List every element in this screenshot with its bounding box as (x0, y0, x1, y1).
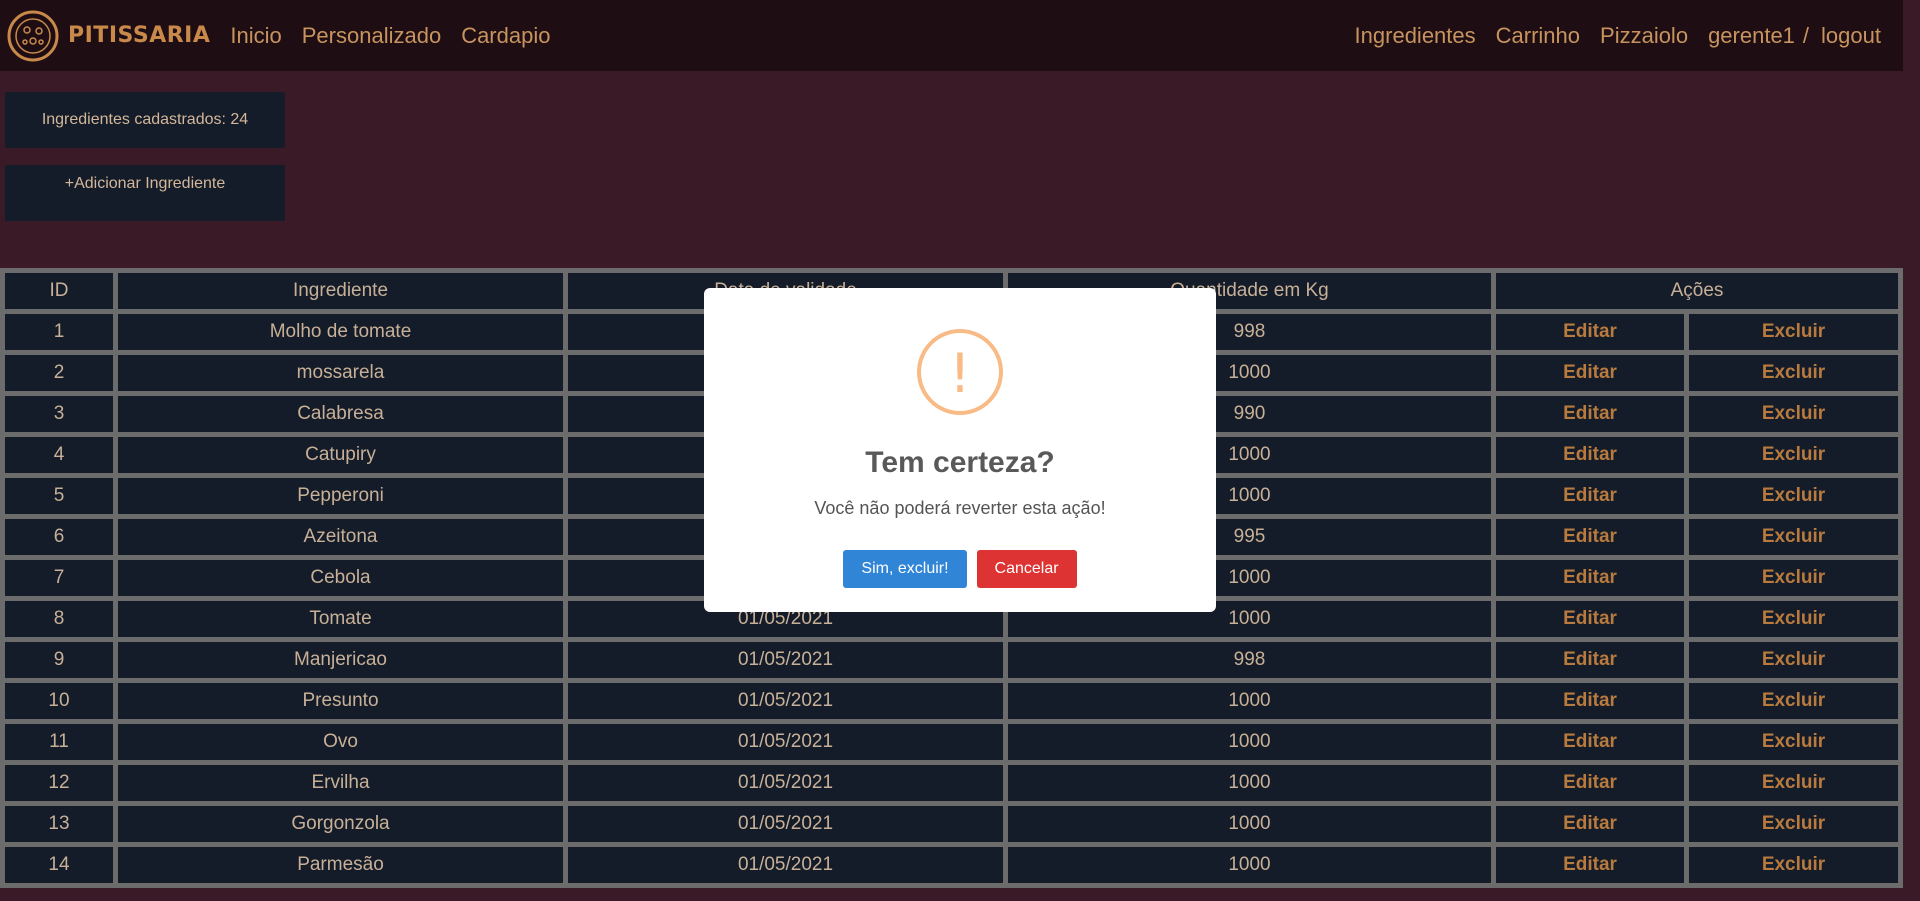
exclamation-mark: ! (949, 342, 971, 405)
dialog-text: Você não poderá reverter esta ação! (814, 498, 1106, 518)
exclamation-icon: ! (917, 329, 1003, 415)
dialog-title: Tem certeza? (865, 446, 1055, 479)
modal-overlay: ! Tem certeza? Você não poderá reverter … (0, 0, 1920, 901)
cancel-button[interactable]: Cancelar (976, 550, 1077, 588)
confirm-delete-button[interactable]: Sim, excluir! (843, 550, 967, 588)
confirm-dialog: ! Tem certeza? Você não poderá reverter … (704, 288, 1216, 612)
